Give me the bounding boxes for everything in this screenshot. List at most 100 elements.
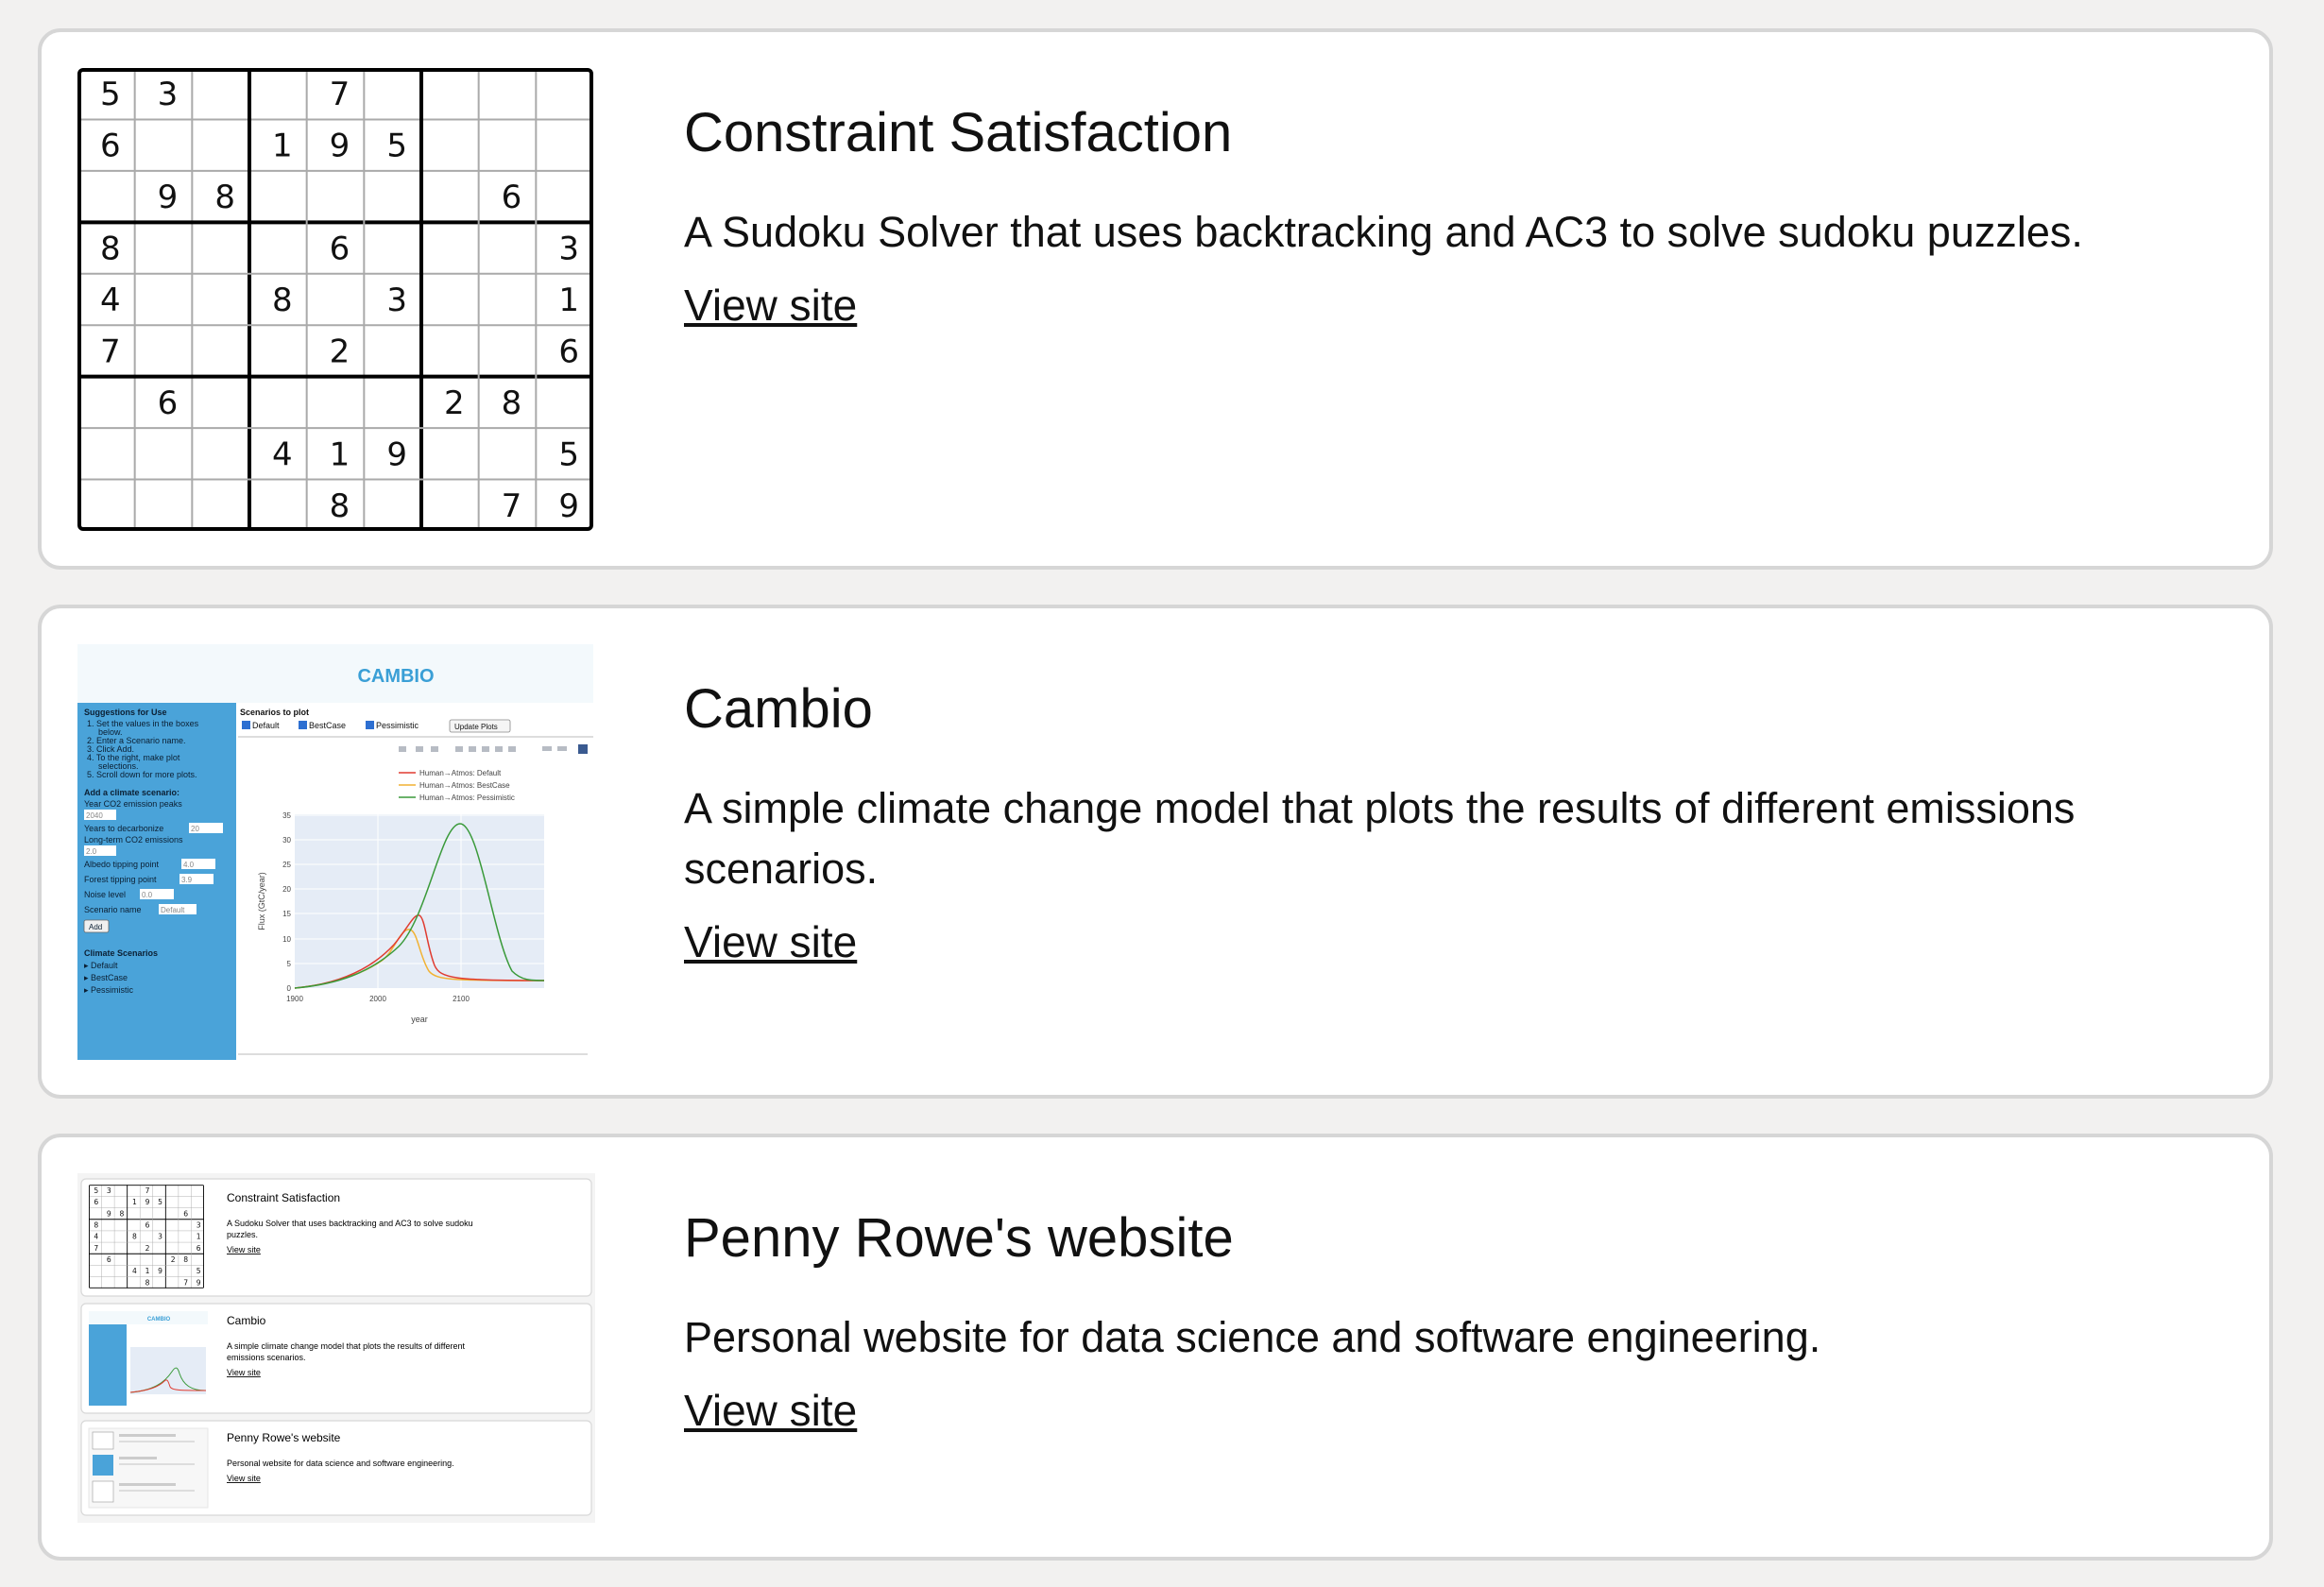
project-title: Constraint Satisfaction [684, 102, 1233, 163]
svg-text:Albedo tipping point: Albedo tipping point [84, 860, 160, 869]
sudoku-cell-value: 5 [558, 435, 579, 473]
sudoku-cell-value: 7 [502, 487, 522, 525]
svg-text:Pessimistic: Pessimistic [376, 721, 419, 730]
svg-text:Add a climate scenario:: Add a climate scenario: [84, 788, 179, 797]
svg-text:Climate Scenarios: Climate Scenarios [84, 948, 158, 958]
sudoku-cell-value: 3 [158, 76, 179, 113]
sudoku-cell-value: 1 [197, 1233, 201, 1241]
svg-text:puzzles.: puzzles. [227, 1230, 258, 1239]
sudoku-cell-value: 4 [132, 1267, 137, 1275]
project-title: Penny Rowe's website [684, 1207, 1234, 1269]
svg-text:Penny Rowe's website: Penny Rowe's website [227, 1431, 341, 1444]
sudoku-cell-value: 8 [214, 179, 235, 216]
sudoku-cell-value: 5 [386, 128, 407, 165]
svg-text:30: 30 [282, 836, 291, 845]
sudoku-cell-value: 3 [386, 282, 407, 319]
svg-text:▸ Default: ▸ Default [84, 961, 118, 970]
svg-text:2040: 2040 [86, 811, 103, 820]
cambio-thumbnail: CAMBIO Suggestions for Use 1. Set the va… [77, 644, 593, 1065]
svg-text:3.9: 3.9 [181, 876, 193, 884]
sudoku-cell-value: 9 [330, 128, 350, 165]
svg-text:Human→Atmos: BestCase: Human→Atmos: BestCase [419, 781, 510, 790]
sudoku-cell-value: 3 [107, 1186, 111, 1195]
sudoku-cell-value: 8 [502, 384, 522, 422]
view-site-link[interactable]: View site [684, 1385, 857, 1436]
sudoku-cell-value: 1 [330, 435, 350, 473]
svg-text:Update Plots: Update Plots [454, 723, 498, 731]
sudoku-cell-value: 9 [386, 435, 407, 473]
svg-text:Cambio: Cambio [227, 1314, 266, 1327]
sudoku-cell-value: 1 [558, 282, 579, 319]
svg-text:View site: View site [227, 1474, 261, 1483]
svg-text:Long-term CO2 emissions: Long-term CO2 emissions [84, 835, 183, 845]
svg-text:5: 5 [287, 960, 292, 968]
svg-text:View site: View site [227, 1368, 261, 1377]
svg-text:Human→Atmos: Pessimistic: Human→Atmos: Pessimistic [419, 794, 515, 802]
sudoku-cell-value: 8 [100, 230, 121, 268]
sudoku-cell-value: 6 [330, 230, 350, 268]
svg-text:Years to decarbonize: Years to decarbonize [84, 824, 163, 833]
view-site-link[interactable]: View site [684, 280, 857, 331]
svg-text:10: 10 [282, 935, 291, 944]
svg-text:Scenarios to plot: Scenarios to plot [240, 708, 309, 717]
svg-text:CAMBIO: CAMBIO [147, 1317, 171, 1322]
sudoku-cell-value: 7 [145, 1186, 150, 1195]
cambio-header: CAMBIO [357, 666, 434, 687]
svg-text:emissions scenarios.: emissions scenarios. [227, 1353, 306, 1362]
sudoku-cell-value: 5 [197, 1267, 201, 1275]
svg-text:▸ Pessimistic: ▸ Pessimistic [84, 985, 134, 995]
svg-text:Default: Default [161, 906, 185, 914]
sudoku-cell-value: 4 [94, 1233, 98, 1241]
sudoku-cell-value: 8 [145, 1278, 150, 1287]
sudoku-cell-value: 9 [107, 1209, 111, 1218]
sudoku-cell-value: 9 [158, 179, 179, 216]
sudoku-cell-value: 8 [94, 1221, 98, 1230]
sudoku-cell-value: 6 [558, 333, 579, 370]
sudoku-cell-value: 2 [171, 1255, 176, 1264]
sudoku-cell-value: 3 [158, 1233, 162, 1241]
sudoku-cell-value: 6 [100, 128, 121, 165]
svg-text:20: 20 [282, 885, 291, 894]
sudoku-cell-value: 9 [197, 1278, 201, 1287]
sudoku-cell-value: 7 [94, 1244, 98, 1253]
project-description: Personal website for data science and so… [684, 1312, 1821, 1361]
svg-text:4.0: 4.0 [183, 861, 195, 869]
svg-text:BestCase: BestCase [309, 721, 346, 730]
svg-text:0: 0 [287, 984, 292, 993]
sudoku-cell-value: 6 [145, 1221, 150, 1230]
sudoku-cell-value: 8 [132, 1233, 137, 1241]
website-thumbnail: 537619598686348317266284195879 Constrain… [77, 1173, 595, 1527]
svg-text:Add: Add [89, 923, 102, 931]
sudoku-cell-value: 2 [330, 333, 350, 370]
svg-text:year: year [411, 1015, 428, 1024]
project-description: A simple climate change model that plots… [684, 783, 2076, 893]
view-site-link[interactable]: View site [684, 916, 857, 967]
sudoku-cell-value: 6 [502, 179, 522, 216]
sudoku-cell-value: 1 [145, 1267, 150, 1275]
svg-text:2100: 2100 [453, 995, 470, 1003]
project-description: A Sudoku Solver that uses backtracking a… [684, 207, 2083, 256]
svg-text:Human→Atmos: Default: Human→Atmos: Default [419, 769, 502, 777]
svg-text:A simple climate change model: A simple climate change model that plots… [227, 1341, 465, 1351]
sudoku-cell-value: 8 [183, 1255, 188, 1264]
sudoku-cell-value: 2 [145, 1244, 150, 1253]
sudoku-cell-value: 5 [94, 1186, 98, 1195]
sudoku-cell-value: 6 [197, 1244, 201, 1253]
sudoku-cell-value: 7 [100, 333, 121, 370]
svg-text:2.0: 2.0 [86, 847, 97, 856]
sudoku-cell-value: 5 [100, 76, 121, 113]
sudoku-cell-value: 6 [158, 384, 179, 422]
project-card-constraint-satisfaction: 537619598686348317266284195879 Constrain… [38, 28, 2273, 570]
svg-text:Constraint Satisfaction: Constraint Satisfaction [227, 1191, 340, 1204]
sudoku-cell-value: 6 [107, 1255, 111, 1264]
sudoku-cell-value: 6 [183, 1209, 188, 1218]
sudoku-cell-value: 1 [272, 128, 293, 165]
sudoku-cell-value: 9 [145, 1198, 150, 1206]
svg-text:1900: 1900 [286, 995, 303, 1003]
sudoku-cell-value: 7 [183, 1278, 188, 1287]
svg-text:15: 15 [282, 910, 291, 918]
sudoku-cell-value: 9 [158, 1267, 162, 1275]
svg-text:A Sudoku Solver that uses back: A Sudoku Solver that uses backtracking a… [227, 1219, 473, 1228]
sudoku-board-image: 5 3 76 1 9 59 8 68 6 34 8 3 17 2 66 2 84 1 9 58 7 9 [77, 68, 593, 531]
project-title: Cambio [684, 678, 873, 740]
